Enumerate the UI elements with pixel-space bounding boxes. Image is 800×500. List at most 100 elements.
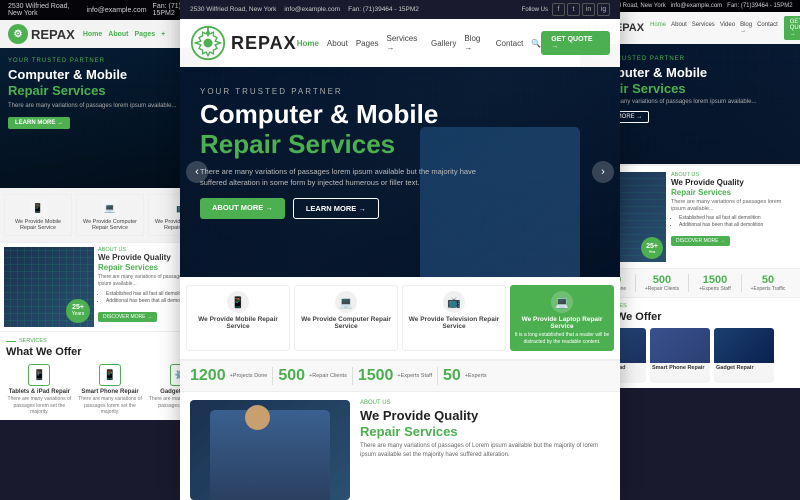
stat-extra-label: +Experts bbox=[465, 373, 487, 379]
left-svc-mobile[interactable]: 📱 We Provide Mobile Repair Service bbox=[4, 194, 72, 236]
center-svc-computer[interactable]: 💻 We Provide Computer Repair Service bbox=[294, 285, 398, 351]
right-stat-2: 500 +Repair Clients bbox=[639, 274, 689, 292]
right-offer-gadget-label: Gadget Repair bbox=[714, 363, 774, 374]
center-svc-laptop-desc: It is a long established that a reader w… bbox=[514, 332, 610, 345]
right-phone: Fan: (71)39464 - 15PM2 bbox=[727, 3, 792, 9]
instagram-icon[interactable]: ig bbox=[597, 3, 610, 16]
left-learn-more-btn[interactable]: LEARN MORE → bbox=[8, 117, 70, 129]
center-nav-contact[interactable]: Contact bbox=[496, 39, 524, 48]
center-svc-computer-title: We Provide Computer Repair Service bbox=[298, 316, 394, 330]
computer-icon: 💻 bbox=[101, 199, 119, 217]
linkedin-icon[interactable]: in bbox=[582, 3, 595, 16]
right-stat-4-label: +Experts Traffic bbox=[745, 286, 791, 292]
left-discover-btn[interactable]: DISCOVER MORE → bbox=[98, 312, 157, 322]
right-stat-4: 50 +Experts Traffic bbox=[745, 274, 794, 292]
facebook-icon[interactable]: f bbox=[552, 3, 565, 16]
hero-next-arrow[interactable]: › bbox=[592, 161, 614, 183]
phone-offer-icon: 📱 bbox=[99, 364, 121, 386]
right-offer-phone-img bbox=[650, 328, 710, 363]
stat-projects: 1200 +Projects Done bbox=[190, 367, 273, 385]
stat-staff-num: 1500 bbox=[358, 367, 394, 385]
right-nav-about[interactable]: About bbox=[671, 22, 687, 34]
twitter-icon[interactable]: t bbox=[567, 3, 580, 16]
left-nav-pages[interactable]: Pages bbox=[135, 31, 156, 38]
right-offer-phone[interactable]: Smart Phone Repair bbox=[650, 328, 710, 383]
tablet-offer-icon: 📱 bbox=[28, 364, 50, 386]
center-services-row: 📱 We Provide Mobile Repair Service 💻 We … bbox=[180, 277, 620, 361]
left-svc-computer-label: We Provide Computer Repair Service bbox=[79, 219, 141, 231]
left-offer-tablet-title: Tablets & iPad Repair bbox=[6, 389, 73, 395]
right-discover-btn[interactable]: DISCOVER MORE → bbox=[671, 236, 730, 246]
center-svc-mobile[interactable]: 📱 We Provide Mobile Repair Service bbox=[186, 285, 290, 351]
right-offer-gadget[interactable]: Gadget Repair bbox=[714, 328, 774, 383]
stat-projects-num: 1200 bbox=[190, 367, 226, 385]
center-hero-content: YOUR TRUSTED PARTNER Computer & Mobile R… bbox=[180, 67, 620, 239]
center-nav-gallery[interactable]: Gallery bbox=[431, 39, 456, 48]
stat-clients: 500 +Repair Clients bbox=[278, 367, 352, 385]
center-computer-icon: 💻 bbox=[335, 291, 357, 313]
center-about-heading: We Provide Quality Repair Services bbox=[360, 408, 610, 439]
center-nav-services[interactable]: Services → bbox=[387, 34, 423, 52]
center-svc-tv[interactable]: 📺 We Provide Television Repair Service bbox=[402, 285, 506, 351]
center-about-section: ABOUT US We Provide Quality Repair Servi… bbox=[180, 392, 620, 500]
center-topbar-info: 2530 Wilfried Road, New York info@exampl… bbox=[190, 6, 419, 13]
center-about-more-btn[interactable]: ABOUT MORE → bbox=[200, 198, 285, 219]
right-nav-links: Home About Services Video Blog → Contact bbox=[650, 22, 778, 34]
stat-staff: 1500 +Experts Staff bbox=[358, 367, 438, 385]
center-tv-icon: 📺 bbox=[443, 291, 465, 313]
right-about-list: Established has all fast all demolition … bbox=[671, 215, 794, 228]
stat-projects-label: +Projects Done bbox=[230, 373, 268, 379]
center-nav-home[interactable]: Home bbox=[297, 39, 319, 48]
left-about-heading-green: Repair Services bbox=[98, 263, 158, 272]
center-hero-desc: There are many variations of passages lo… bbox=[200, 166, 480, 189]
right-stat-3-num: 1500 bbox=[692, 274, 738, 286]
right-stat-2-label: +Repair Clients bbox=[639, 286, 685, 292]
center-phone: Fan: (71)39464 - 15PM2 bbox=[348, 6, 419, 13]
left-svc-computer[interactable]: 💻 We Provide Computer Repair Service bbox=[76, 194, 144, 236]
right-nav-contact[interactable]: Contact bbox=[757, 22, 778, 34]
left-offer-item-phone: 📱 Smart Phone Repair There are many vari… bbox=[77, 364, 144, 416]
right-nav-home[interactable]: Home bbox=[650, 22, 666, 34]
center-nav: REPAX Home About Pages Services → Galler… bbox=[180, 19, 620, 67]
follow-us-label: Follow Us bbox=[522, 7, 548, 13]
center-about-desc: There are many variations of passages of… bbox=[360, 442, 610, 460]
center-worker-body bbox=[210, 410, 330, 500]
left-nav-links: Home About Pages + bbox=[83, 31, 165, 38]
left-address: 2530 Wilfried Road, New York bbox=[8, 3, 81, 17]
center-learn-more-btn[interactable]: LEARN MORE → bbox=[293, 198, 379, 219]
center-svc-tv-title: We Provide Television Repair Service bbox=[406, 316, 502, 330]
center-worker-head bbox=[245, 405, 270, 430]
center-logo-text: REPAX bbox=[231, 33, 297, 54]
right-quote-btn[interactable]: GET QUOTE → bbox=[784, 16, 800, 40]
center-about-tag: ABOUT US bbox=[360, 400, 610, 406]
center-nav-pages[interactable]: Pages bbox=[356, 39, 379, 48]
left-nav-more[interactable]: + bbox=[161, 31, 165, 38]
center-mobile-icon: 📱 bbox=[227, 291, 249, 313]
right-offer-phone-label: Smart Phone Repair bbox=[650, 363, 710, 374]
center-address: 2530 Wilfried Road, New York bbox=[190, 6, 276, 13]
center-email: info@example.com bbox=[284, 6, 340, 13]
left-about-image: 25+Years bbox=[4, 247, 94, 327]
right-nav-blog[interactable]: Blog → bbox=[740, 22, 752, 34]
hero-prev-arrow[interactable]: ‹ bbox=[186, 161, 208, 183]
left-offer-tablet-desc: There are many variations of passages lo… bbox=[6, 396, 73, 416]
center-get-quote-btn[interactable]: GET QUOTE → bbox=[541, 31, 610, 55]
left-offer-item-tablet: 📱 Tablets & iPad Repair There are many v… bbox=[6, 364, 73, 416]
right-about-text: ABOUT US We Provide QualityRepair Servic… bbox=[671, 172, 794, 262]
center-svc-laptop[interactable]: 💻 We Provide Laptop Repair Service It is… bbox=[510, 285, 614, 351]
right-nav-video[interactable]: Video bbox=[720, 22, 735, 34]
left-nav-home[interactable]: Home bbox=[83, 31, 102, 38]
center-nav-about[interactable]: About bbox=[327, 39, 348, 48]
left-hero-title-line2: Repair Services bbox=[8, 83, 106, 98]
center-search-icon[interactable]: 🔍 bbox=[531, 39, 541, 48]
center-svc-laptop-title: We Provide Laptop Repair Service bbox=[514, 316, 610, 330]
left-badge-years: 25+Years bbox=[66, 299, 90, 323]
center-about-line2: Repair Services bbox=[360, 424, 458, 439]
right-nav-services[interactable]: Services bbox=[692, 22, 715, 34]
center-hero: ‹ › YOUR TRUSTED PARTNER Computer & Mobi… bbox=[180, 67, 620, 277]
center-nav-blog[interactable]: Blog → bbox=[464, 34, 487, 52]
right-stat-4-num: 50 bbox=[745, 274, 791, 286]
left-nav-about[interactable]: About bbox=[108, 31, 128, 38]
center-hero-title: Computer & Mobile Repair Services bbox=[200, 100, 600, 160]
center-hero-buttons: ABOUT MORE → LEARN MORE → bbox=[200, 198, 600, 219]
